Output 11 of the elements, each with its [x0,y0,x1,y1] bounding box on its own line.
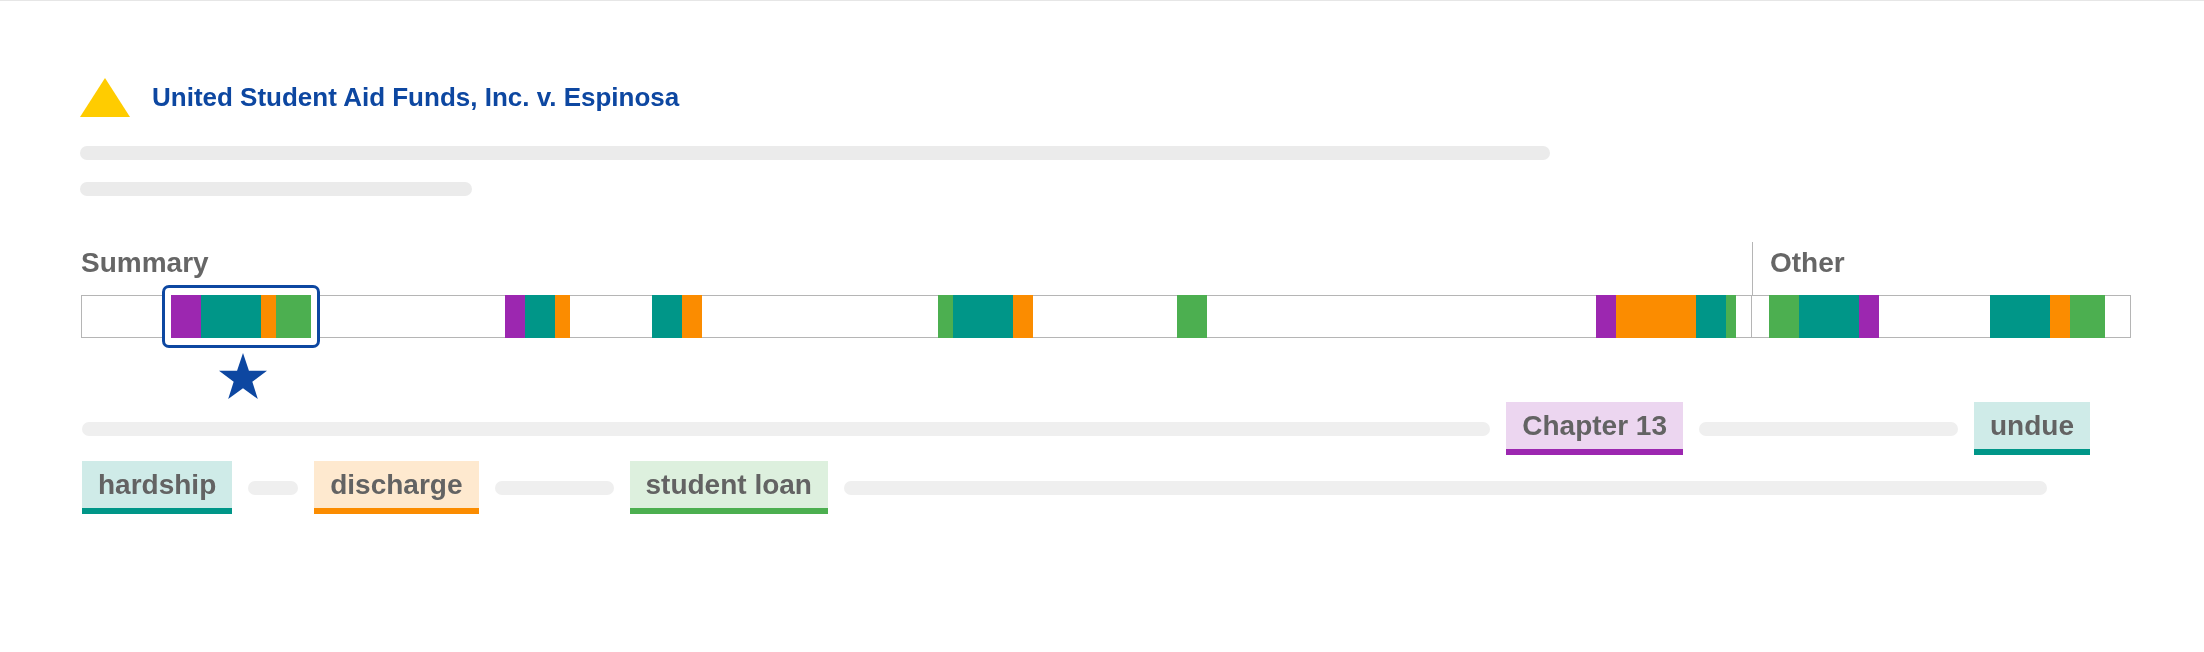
keyword-tag: student loan [629,461,828,514]
case-title-link[interactable]: United Student Aid Funds, Inc. v. Espinosa [152,82,680,113]
section-label: Summary [81,247,209,278]
keyword-tag: discharge [314,461,479,514]
keyword-tag: Chapter 13 [1506,402,1683,455]
keyword-tag: hardship [82,461,233,514]
section-label: Other [1770,247,1845,278]
keyword-tag: undue [1974,402,2090,455]
timeline-segment [1177,295,1207,338]
triangle-icon [80,78,130,117]
star-icon [219,353,267,399]
